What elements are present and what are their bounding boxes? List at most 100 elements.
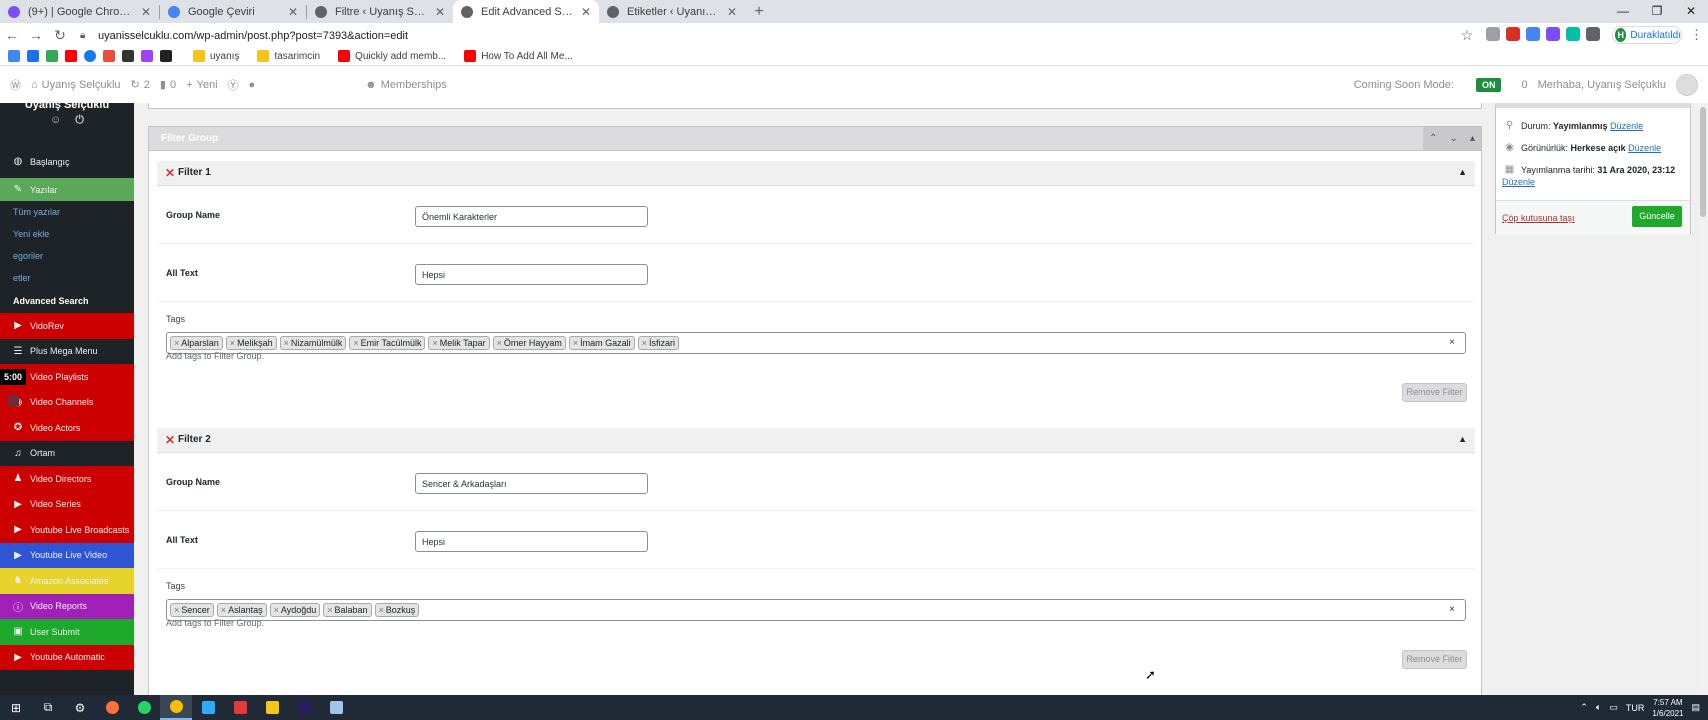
greeting[interactable]: Merhaba, Uyanış Selçuklu	[1538, 79, 1666, 91]
extension-icon[interactable]	[1566, 27, 1580, 41]
profile-button[interactable]: H Duraklatıldı	[1612, 26, 1682, 44]
notification-icon[interactable]: ▤	[1691, 702, 1700, 713]
new-tab-icon[interactable]: +	[745, 3, 773, 21]
sidebar-item-video-series[interactable]: ▶ Video Series	[0, 491, 134, 517]
move-down-icon[interactable]: ⌄	[1449, 133, 1457, 144]
collapse-icon[interactable]: ▲	[1458, 434, 1467, 444]
firefox-icon[interactable]	[96, 695, 128, 720]
update-button[interactable]: Güncelle	[1632, 206, 1682, 227]
iq-icon[interactable]	[1526, 27, 1540, 41]
remove-filter-button[interactable]: Remove Filter	[1402, 650, 1467, 669]
collapse-icon[interactable]: ▲	[1458, 167, 1467, 177]
tab-5[interactable]: Etiketler ‹ Uyanış Selçuklu ✕	[599, 0, 745, 23]
forward-icon[interactable]: →	[24, 27, 48, 43]
photoshop-icon[interactable]	[192, 695, 224, 720]
whatsapp-icon[interactable]	[128, 695, 160, 720]
bookmark-icon[interactable]	[141, 50, 153, 62]
tags-input[interactable]: × Alparslan × Melikşah × Nizamülmülk × Emir Tac…	[166, 332, 1466, 354]
settings-icon[interactable]: ⚙	[64, 695, 96, 720]
google-icon[interactable]	[8, 50, 20, 62]
remove-tag-icon[interactable]: ×	[432, 338, 437, 348]
tag-chip[interactable]: × Ömer Hayyam	[492, 336, 566, 350]
notepad-icon[interactable]	[320, 695, 352, 720]
address-bar[interactable]: 🔒︎ uyanisselcuklu.com/wp-admin/post.php?…	[80, 26, 1435, 45]
remove-tag-icon[interactable]: ×	[174, 338, 179, 348]
all-text-input[interactable]	[415, 531, 648, 552]
close-icon[interactable]: ✕	[727, 5, 737, 19]
sidebar-item-video-reports[interactable]: ⓘ Video Reports	[0, 593, 134, 619]
site-name-link[interactable]: ⌂ Uyanış Selçuklu	[31, 79, 121, 91]
tags-input[interactable]: × Sencer × Aslantaş × Aydoğdu × Balaban × Bozkuş ×	[166, 599, 1466, 621]
coming-soon-toggle[interactable]: ON	[1475, 77, 1502, 92]
close-window-icon[interactable]: ✕	[1674, 0, 1708, 23]
chrome-icon[interactable]	[160, 695, 192, 720]
sidebar-item-vidorev[interactable]: ▶ VidoRev	[0, 313, 134, 339]
youtube-icon[interactable]	[65, 50, 77, 62]
windows-start-icon[interactable]: ⊞	[0, 695, 32, 720]
yoast-icon[interactable]: Ⓨ	[228, 77, 239, 93]
sidebar-subitem[interactable]: Yeni ekle	[0, 223, 134, 245]
extension-icon[interactable]	[1546, 27, 1560, 41]
facebook-icon[interactable]	[84, 50, 96, 62]
close-icon[interactable]: ✕	[581, 5, 591, 19]
tag-chip[interactable]: × Aslantaş	[216, 603, 267, 617]
tag-chip[interactable]: × Emir Tacülmülk	[349, 336, 426, 350]
tag-chip[interactable]: × Melikşah	[225, 336, 277, 350]
avatar[interactable]	[1676, 73, 1698, 96]
bookmark-item[interactable]: Quickly add memb...	[338, 50, 446, 62]
bookmark-item[interactable]: How To Add All Me...	[464, 50, 573, 62]
memberships-link[interactable]: ☻ Memberships	[365, 79, 447, 91]
power-icon[interactable]: ⏻	[75, 114, 98, 126]
page-scrollbar[interactable]	[1698, 103, 1708, 695]
scrollbar-thumb[interactable]	[1700, 107, 1706, 217]
tag-chip[interactable]: × İsfizari	[637, 336, 679, 350]
remove-tag-icon[interactable]: ×	[642, 338, 647, 348]
tag-chip[interactable]: × İmam Gazali	[568, 336, 635, 350]
system-clock[interactable]: 7:57 AM 1/6/2021	[1652, 697, 1683, 719]
filter-header[interactable]: ✕ Filter 2 ▲	[157, 428, 1475, 453]
sidebar-item-youtube-live-video[interactable]: ▶ Youtube Live Video	[0, 542, 134, 568]
minimize-icon[interactable]: —	[1606, 0, 1640, 23]
clear-tags-icon[interactable]: ×	[1449, 337, 1455, 348]
trash-link[interactable]: Çöp kutusuna taşı	[1502, 213, 1575, 223]
delete-icon[interactable]: ✕	[165, 433, 175, 447]
move-up-icon[interactable]: ⌃	[1429, 133, 1437, 144]
remove-tag-icon[interactable]: ×	[221, 605, 226, 615]
sidebar-item-plus-mega-menu[interactable]: ☰ Plus Mega Menu	[0, 338, 134, 364]
sidebar-item-ortam[interactable]: ♫ Ortam	[0, 440, 134, 466]
collapse-icon[interactable]: ▴	[1470, 133, 1475, 144]
remove-tag-icon[interactable]: ×	[353, 338, 358, 348]
all-text-input[interactable]	[415, 264, 648, 285]
sidebar-item-video-directors[interactable]: ♟ Video Directors	[0, 466, 134, 492]
tag-chip[interactable]: × Nizamülmülk	[279, 336, 347, 350]
task-view-icon[interactable]: ⧉	[32, 695, 64, 720]
restore-icon[interactable]: ❐	[1640, 0, 1674, 23]
comments-link[interactable]: ▮ 0	[160, 78, 176, 92]
clear-tags-icon[interactable]: ×	[1449, 604, 1455, 615]
edit-date-link[interactable]: Düzenle	[1502, 177, 1535, 187]
tab-4[interactable]: Edit Advanced Search ‹ Uyanış Se ✕	[453, 0, 599, 23]
group-name-input[interactable]	[415, 473, 648, 494]
close-icon[interactable]: ✕	[288, 5, 298, 19]
close-icon[interactable]: ✕	[435, 5, 445, 19]
sidebar-subitem[interactable]: egoriler	[0, 245, 134, 267]
puzzle-icon[interactable]	[1586, 27, 1600, 41]
tag-chip[interactable]: × Melik Tapar	[428, 336, 490, 350]
back-icon[interactable]: ←	[0, 27, 24, 43]
kebab-menu-icon[interactable]: ⋮	[1690, 27, 1703, 43]
remove-tag-icon[interactable]: ×	[327, 605, 332, 615]
language-indicator[interactable]: TUR	[1626, 703, 1645, 713]
remove-tag-icon[interactable]: ×	[379, 605, 384, 615]
chevron-up-icon[interactable]: ⌃	[1580, 702, 1588, 713]
sidebar-item-user-submit[interactable]: ▣ User Submit	[0, 619, 134, 645]
user-icon[interactable]: ☺	[50, 114, 75, 126]
filter-header[interactable]: ✕ Filter 1 ▲	[157, 161, 1475, 186]
volume-icon[interactable]: 🔈︎	[1596, 702, 1601, 713]
tag-chip[interactable]: × Bozkuş	[374, 603, 420, 617]
file-explorer-icon[interactable]	[256, 695, 288, 720]
wordpress-logo-icon[interactable]: Ⓦ	[10, 77, 21, 93]
tag-chip[interactable]: × Sencer	[170, 603, 214, 617]
close-icon[interactable]: ✕	[141, 5, 151, 19]
tab-2[interactable]: Google Çeviri ✕	[160, 0, 306, 23]
bookmark-icon[interactable]	[46, 50, 58, 62]
